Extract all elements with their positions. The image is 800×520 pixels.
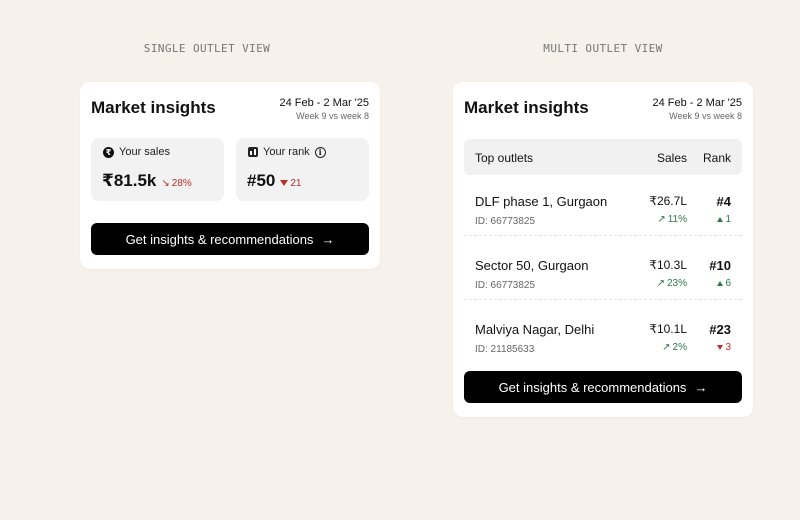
card-title: Market insights xyxy=(464,98,589,117)
trend-up-icon: ↗ xyxy=(657,214,666,225)
outlet-rank-delta: 3 xyxy=(717,342,731,353)
outlet-name: Sector 50, Gurgaon xyxy=(475,258,589,273)
outlet-id: ID: 66773825 xyxy=(475,216,536,227)
single-outlet-view-label: SINGLE OUTLET VIEW xyxy=(143,42,271,55)
outlet-rank: #4 xyxy=(716,194,731,209)
sales-delta-value: 28% xyxy=(171,178,192,189)
get-insights-button[interactable]: Get insights & recommendations → xyxy=(91,223,369,255)
sales-metric-header: ₹ Your sales xyxy=(103,146,170,158)
week-comparison: Week 9 vs week 8 xyxy=(669,111,742,121)
date-range: 24 Feb - 2 Mar '25 xyxy=(279,97,369,109)
get-insights-button[interactable]: Get insights & recommendations → xyxy=(464,371,742,403)
outlet-sales-delta: ↗ 2% xyxy=(662,342,687,353)
outlet-row[interactable]: DLF phase 1, Gurgaon ID: 66773825 ₹26.7L… xyxy=(464,182,742,246)
outlet-name: Malviya Nagar, Delhi xyxy=(475,322,595,337)
outlet-sales-delta: ↗ 11% xyxy=(657,214,687,225)
week-comparison: Week 9 vs week 8 xyxy=(296,111,369,121)
outlet-sales-delta-value: 2% xyxy=(672,342,687,353)
card-title: Market insights xyxy=(91,98,216,117)
outlets-table-header: Top outlets Sales Rank xyxy=(464,139,742,175)
triangle-down-icon xyxy=(717,345,724,350)
rupee-icon: ₹ xyxy=(103,146,114,158)
info-icon[interactable]: i xyxy=(314,146,326,158)
bar-chart-icon xyxy=(248,147,258,157)
multi-outlet-card: Market insights 24 Feb - 2 Mar '25 Week … xyxy=(453,82,753,417)
outlet-rank-delta-value: 3 xyxy=(725,342,731,353)
outlet-id: ID: 66773825 xyxy=(475,280,536,291)
rank-value-row: #50 21 xyxy=(247,171,302,191)
trend-down-icon: ↘ xyxy=(161,178,170,189)
outlet-id: ID: 21185633 xyxy=(475,344,535,355)
rank-metric-header: Your rank i xyxy=(248,146,326,158)
outlet-sales-delta-value: 23% xyxy=(666,278,687,289)
card-header: Market insights 24 Feb - 2 Mar '25 Week … xyxy=(464,82,742,134)
outlet-rank-delta-value: 1 xyxy=(725,214,731,225)
outlet-rank: #10 xyxy=(709,258,731,273)
rank-delta: 21 xyxy=(280,177,302,189)
row-divider xyxy=(464,235,742,236)
trend-up-icon: ↗ xyxy=(662,342,671,353)
sales-label: Your sales xyxy=(119,146,170,158)
trend-up-icon: ↗ xyxy=(656,278,665,289)
outlet-sales-delta: ↗ 23% xyxy=(657,278,687,289)
column-header-sales: Sales xyxy=(656,151,687,165)
triangle-down-icon xyxy=(280,180,289,186)
sales-metric-tile: ₹ Your sales ₹81.5k ↘ 28% xyxy=(91,138,224,201)
outlet-row[interactable]: Sector 50, Gurgaon ID: 66773825 ₹10.3L ↗… xyxy=(464,246,742,310)
row-divider xyxy=(464,299,742,300)
get-insights-label: Get insights & recommendations xyxy=(125,231,314,247)
outlet-sales: ₹10.3L xyxy=(649,258,687,272)
arrow-right-icon: → xyxy=(321,231,335,247)
outlet-rank: #23 xyxy=(709,322,731,337)
outlet-sales-delta-value: 11% xyxy=(667,214,687,225)
column-header-rank: Rank xyxy=(702,151,731,165)
rank-value: #50 xyxy=(247,171,276,190)
outlet-rank-delta: 6 xyxy=(717,278,731,289)
outlet-name: DLF phase 1, Gurgaon xyxy=(475,194,608,209)
outlet-sales: ₹10.1L xyxy=(649,322,687,336)
single-outlet-card: Market insights 24 Feb - 2 Mar '25 Week … xyxy=(80,82,380,269)
outlet-rank-delta-value: 6 xyxy=(725,278,731,289)
triangle-up-icon xyxy=(717,217,724,222)
rank-label: Your rank xyxy=(263,146,310,158)
outlet-row[interactable]: Malviya Nagar, Delhi ID: 21185633 ₹10.1L… xyxy=(464,310,742,374)
card-header: Market insights 24 Feb - 2 Mar '25 Week … xyxy=(91,82,369,134)
date-range: 24 Feb - 2 Mar '25 xyxy=(652,97,742,109)
column-header-outlets: Top outlets xyxy=(475,151,534,165)
get-insights-label: Get insights & recommendations xyxy=(498,379,687,395)
sales-delta: ↘ 28% xyxy=(161,178,191,189)
triangle-up-icon xyxy=(717,281,724,286)
rank-metric-tile: Your rank i #50 21 xyxy=(236,138,369,201)
outlet-rank-delta: 1 xyxy=(717,214,731,225)
sales-value: ₹81.5k xyxy=(102,171,157,190)
arrow-right-icon: → xyxy=(694,379,708,395)
rank-delta-value: 21 xyxy=(290,177,302,189)
sales-value-row: ₹81.5k ↘ 28% xyxy=(102,171,192,191)
outlet-sales: ₹26.7L xyxy=(649,194,687,208)
multi-outlet-view-label: MULTI OUTLET VIEW xyxy=(543,42,663,55)
